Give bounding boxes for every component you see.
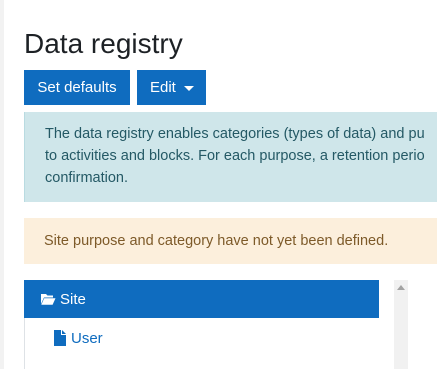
set-defaults-label: Set defaults — [37, 79, 117, 96]
category-tree: Site User — [24, 280, 404, 369]
folder-open-icon — [40, 292, 56, 306]
tree-item-site[interactable]: Site — [24, 280, 379, 318]
file-icon — [54, 330, 66, 346]
tree-item-label: User — [71, 329, 103, 347]
tree-scrollbar[interactable] — [394, 280, 408, 369]
warning-alert: Site purpose and category have not yet b… — [24, 218, 437, 264]
tree-guide-line — [24, 318, 25, 369]
info-alert-line: to activities and blocks. For each purpo… — [45, 148, 425, 164]
window-left-edge — [0, 0, 4, 369]
info-alert: The data registry enables categories (ty… — [24, 112, 437, 202]
info-alert-line: confirmation. — [45, 170, 129, 186]
page-title: Data registry — [24, 28, 183, 59]
window-top-edge — [4, 0, 437, 4]
edit-dropdown-button[interactable]: Edit — [137, 70, 206, 105]
tree-item-user[interactable]: User — [54, 327, 103, 349]
tree-item-label: Site — [60, 290, 86, 308]
scroll-up-arrow-icon[interactable] — [397, 285, 405, 290]
info-alert-line: The data registry enables categories (ty… — [45, 126, 425, 142]
warning-alert-text: Site purpose and category have not yet b… — [44, 233, 389, 249]
set-defaults-button[interactable]: Set defaults — [24, 70, 130, 105]
caret-down-icon — [183, 85, 194, 91]
edit-label: Edit — [150, 79, 176, 96]
